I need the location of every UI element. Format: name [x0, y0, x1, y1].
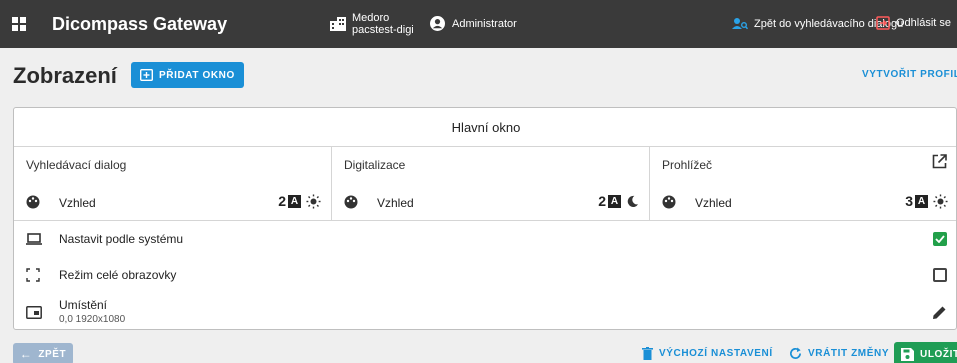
theme-number: 3 — [905, 193, 913, 209]
theme-selector[interactable]: 2 A — [598, 193, 639, 209]
revert-button[interactable]: VRÁTIT ZMĚNY — [789, 347, 889, 360]
defaults-label: VÝCHOZÍ NASTAVENÍ — [659, 348, 773, 359]
page-title: Zobrazení — [13, 63, 117, 88]
column-title: Prohlížeč — [662, 158, 713, 172]
column-title: Vyhledávací dialog — [26, 158, 127, 172]
top-bar: Dicompass Gateway Medoro pacstest-digi A… — [0, 0, 957, 48]
option-fullscreen-label: Režim celé obrazovky — [59, 268, 177, 282]
user-search-icon — [732, 18, 748, 30]
column-viewer: Prohlížeč Vzhled 3 A — [649, 147, 956, 221]
theme-label: Vzhled — [695, 196, 732, 210]
add-window-icon — [140, 69, 153, 81]
window-settings-card: Hlavní okno Vyhledávací dialog Vzhled 2 … — [13, 107, 957, 330]
palette-icon — [344, 195, 358, 209]
add-window-label: PŘIDAT OKNO — [159, 69, 235, 81]
open-in-new-icon[interactable] — [932, 154, 947, 169]
logout-icon — [876, 16, 890, 30]
theme-letter: A — [915, 194, 928, 208]
theme-number: 2 — [278, 193, 286, 209]
revert-label: VRÁTIT ZMĚNY — [808, 348, 890, 359]
logout-label: Odhlásit se — [896, 17, 952, 29]
column-title: Digitalizace — [344, 158, 406, 172]
theme-label: Vzhled — [59, 196, 96, 210]
logout-link[interactable]: Odhlásit se — [876, 16, 951, 30]
refresh-icon — [790, 347, 801, 359]
fullscreen-checkbox[interactable] — [933, 268, 947, 282]
sun-icon — [306, 193, 321, 209]
user-name: Administrator — [452, 17, 517, 30]
window-position-icon — [26, 305, 42, 319]
theme-number: 2 — [598, 193, 606, 209]
theme-letter: A — [288, 194, 301, 208]
option-system: Nastavit podle systému — [14, 221, 956, 257]
position-value: 0,0 1920x1080 — [59, 314, 126, 325]
app-title: Dicompass Gateway — [52, 14, 228, 34]
fullscreen-icon — [26, 268, 40, 282]
add-window-button[interactable]: PŘIDAT OKNO — [131, 62, 244, 88]
user-menu[interactable]: Administrator — [430, 16, 517, 31]
system-checkbox[interactable] — [933, 232, 947, 246]
building-icon — [330, 17, 346, 31]
moon-icon — [627, 195, 639, 207]
site-sub: pacstest-digi — [352, 24, 414, 36]
theme-selector[interactable]: 3 A — [905, 193, 948, 209]
palette-icon — [662, 195, 676, 209]
window-title: Hlavní okno — [14, 108, 956, 147]
position-text: Umístění 0,0 1920x1080 — [59, 298, 125, 325]
account-circle-icon — [430, 16, 445, 31]
option-system-label: Nastavit podle systému — [59, 232, 184, 246]
site-name: Medoro — [352, 12, 390, 24]
save-button[interactable]: ULOŽIT — [894, 342, 957, 363]
option-position-label: Umístění — [59, 298, 108, 312]
trash-icon — [642, 347, 653, 360]
save-disk-icon — [901, 347, 914, 361]
palette-icon — [26, 195, 40, 209]
save-label: ULOŽIT — [920, 348, 957, 360]
theme-selector[interactable]: 2 A — [278, 193, 321, 209]
theme-row: Vzhled 3 A — [650, 191, 956, 215]
sun-icon — [933, 193, 948, 209]
theme-letter: A — [608, 194, 621, 208]
theme-row: Vzhled 2 A — [332, 191, 649, 215]
option-position: Umístění 0,0 1920x1080 — [14, 294, 956, 329]
defaults-button[interactable]: VÝCHOZÍ NASTAVENÍ — [642, 347, 773, 360]
column-digitization: Digitalizace Vzhled 2 A — [331, 147, 649, 221]
theme-label: Vzhled — [377, 196, 414, 210]
arrow-left-icon: ← — [19, 347, 33, 361]
laptop-icon — [26, 233, 42, 245]
theme-row: Vzhled 2 A — [14, 191, 331, 215]
edit-pencil-icon[interactable] — [932, 305, 947, 320]
create-profile-button[interactable]: VYTVOŘIT PROFIL — [862, 69, 957, 80]
column-search-dialog: Vyhledávací dialog Vzhled 2 A — [14, 147, 331, 221]
check-icon — [935, 235, 945, 243]
option-fullscreen: Režim celé obrazovky — [14, 257, 956, 293]
back-button-label: ZPĚT — [38, 348, 67, 360]
apps-grid-icon[interactable] — [12, 17, 26, 31]
back-button[interactable]: ← ZPĚT — [13, 343, 73, 363]
site-info: Medoro pacstest-digi — [330, 12, 414, 36]
